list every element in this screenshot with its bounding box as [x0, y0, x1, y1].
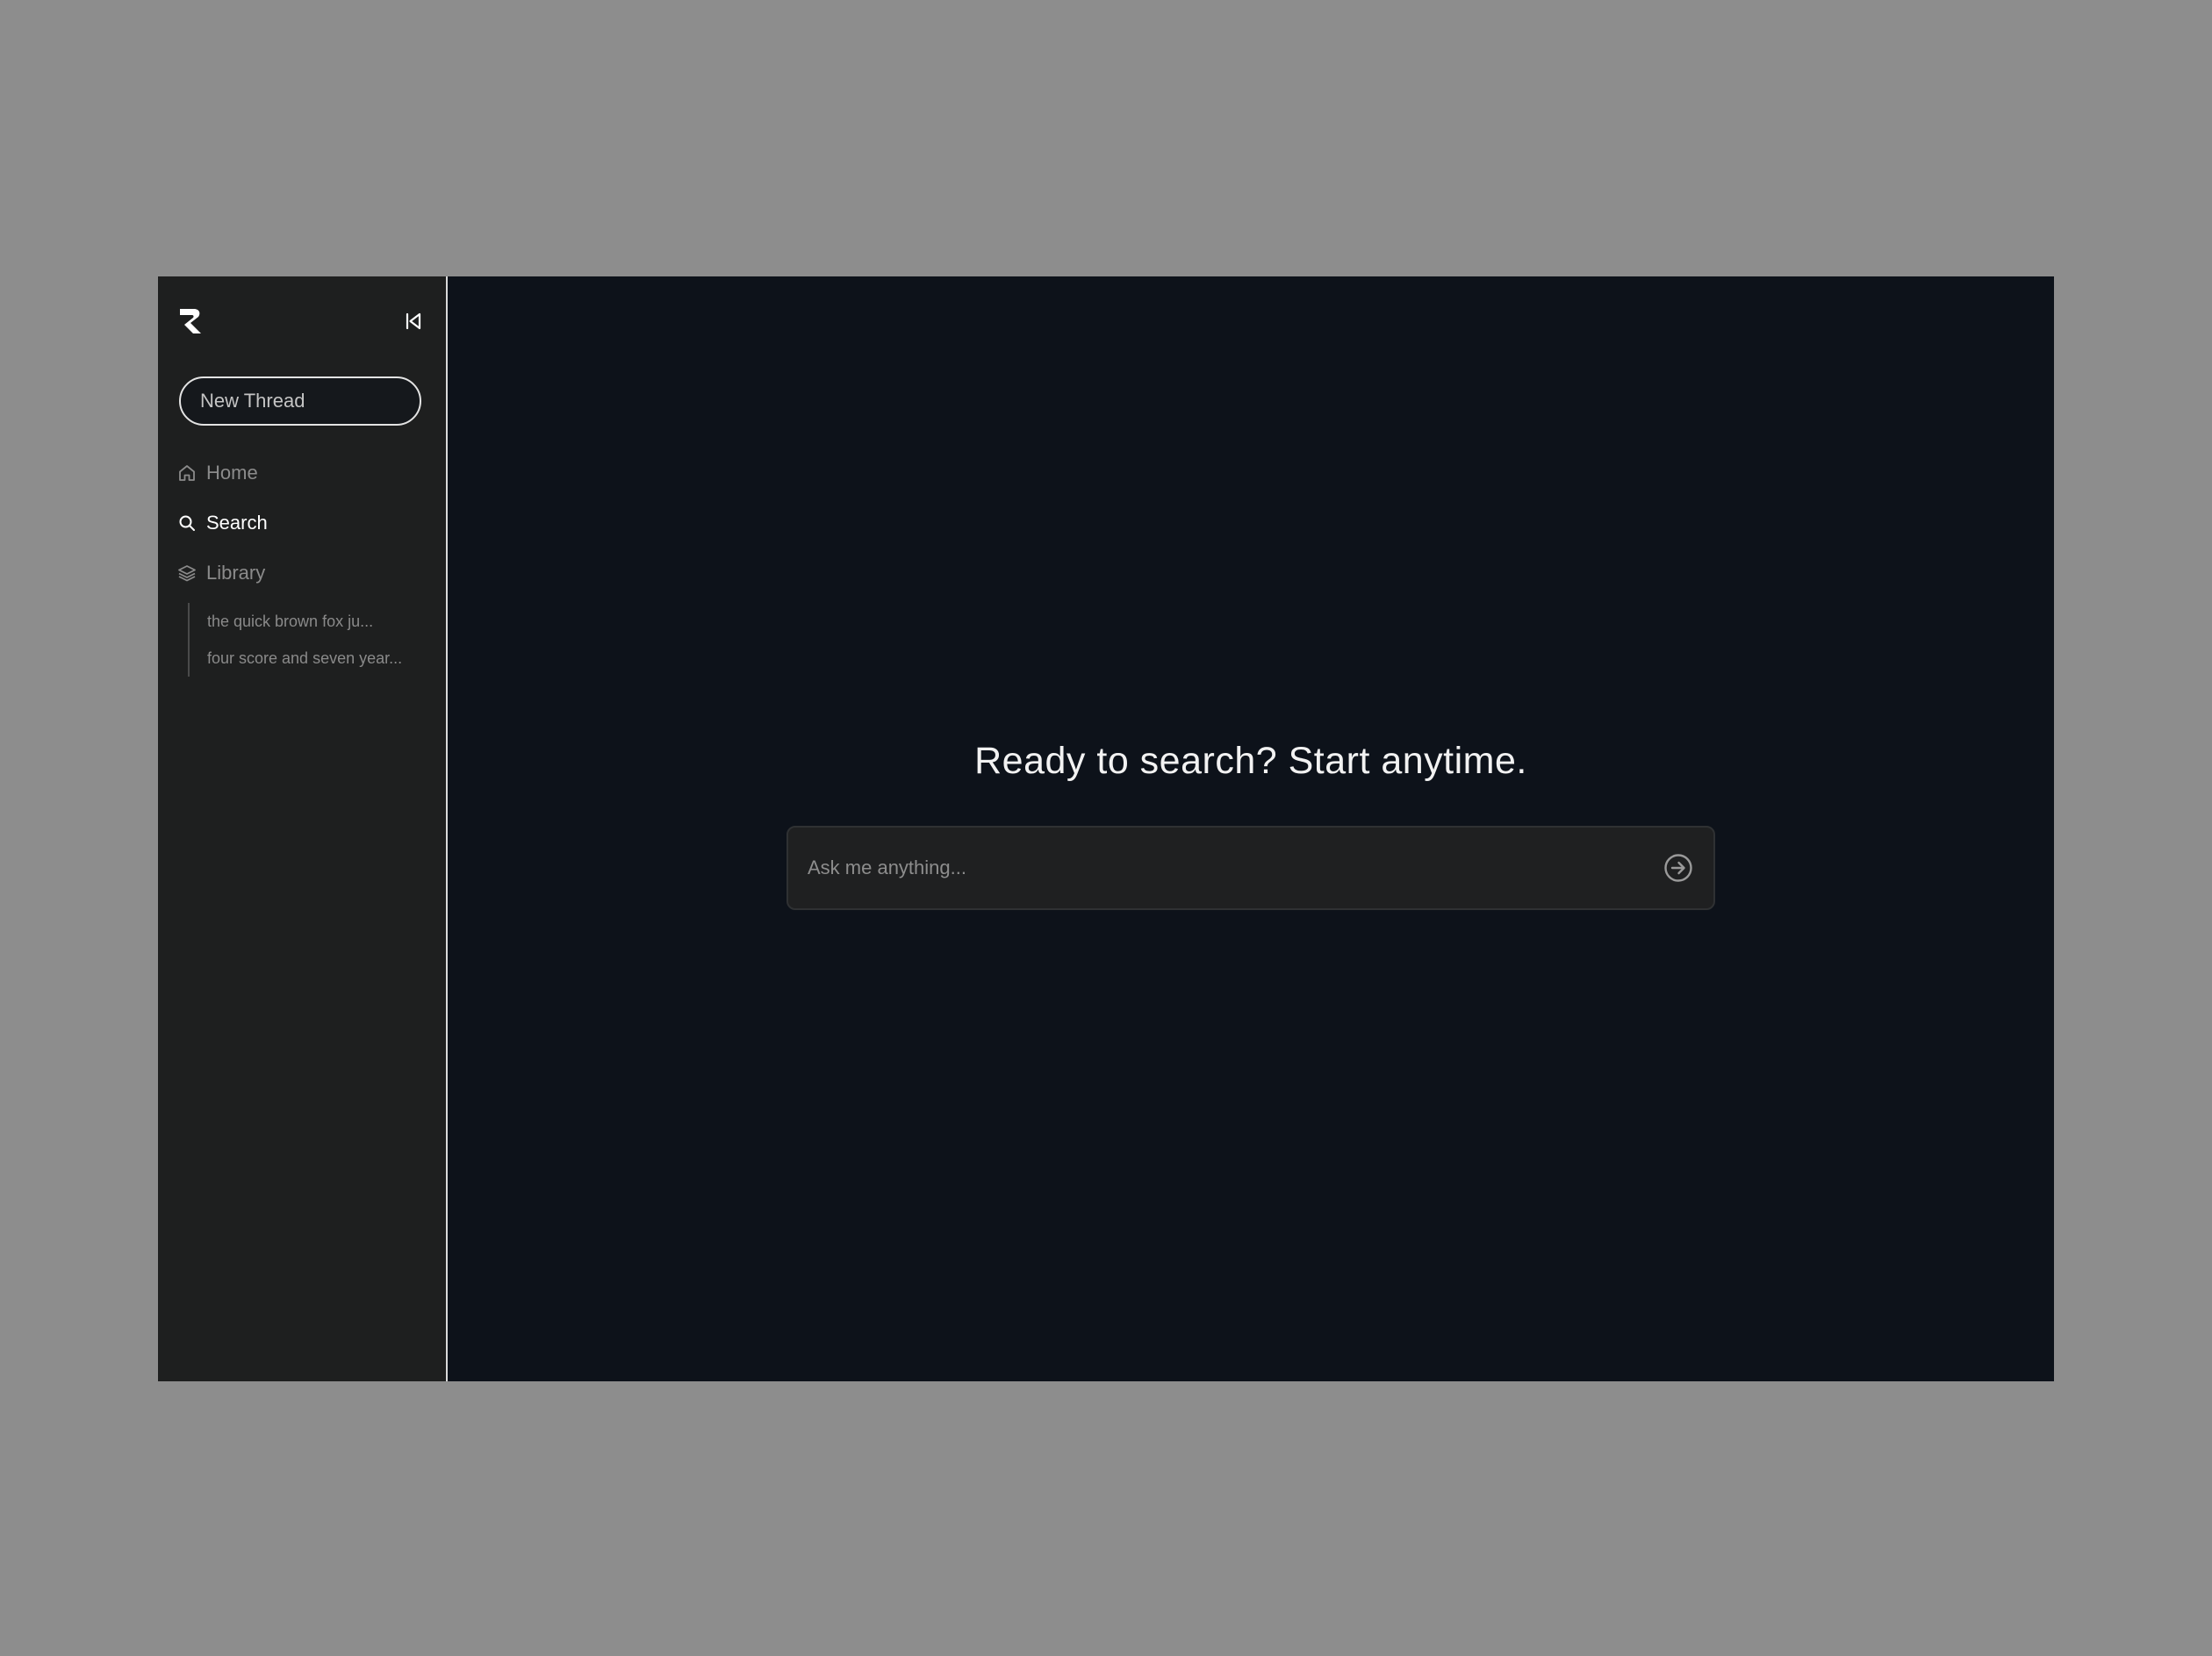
- sidebar-item-library[interactable]: Library: [177, 557, 432, 589]
- sidebar-item-label: Library: [206, 562, 266, 584]
- sidebar-item-label: Search: [206, 512, 268, 534]
- sidebar-nav: Home Search Library: [177, 457, 432, 607]
- search-icon: [177, 513, 197, 533]
- search-box: [786, 826, 1715, 910]
- layers-icon: [177, 563, 197, 583]
- arrow-right-circle-icon: [1664, 854, 1692, 882]
- new-thread-button[interactable]: New Thread: [179, 376, 421, 426]
- library-thread-item[interactable]: four score and seven year...: [207, 640, 427, 677]
- sidebar-item-search[interactable]: Search: [177, 507, 432, 539]
- app-window: New Thread Home Search Library the quick…: [158, 276, 2054, 1381]
- sidebar-item-label: Home: [206, 462, 258, 484]
- main-content: Ready to search? Start anytime.: [448, 276, 2054, 1381]
- collapse-sidebar-icon[interactable]: [402, 310, 425, 333]
- search-input[interactable]: [788, 827, 1663, 909]
- sidebar: New Thread Home Search Library the quick…: [158, 276, 448, 1381]
- home-icon: [177, 463, 197, 483]
- r-logo-icon[interactable]: [177, 306, 204, 336]
- page-title: Ready to search? Start anytime.: [974, 740, 1527, 782]
- submit-button[interactable]: [1663, 852, 1694, 884]
- library-thread-item[interactable]: the quick brown fox ju...: [207, 603, 427, 640]
- library-thread-list: the quick brown fox ju... four score and…: [188, 603, 427, 677]
- sidebar-item-home[interactable]: Home: [177, 457, 432, 489]
